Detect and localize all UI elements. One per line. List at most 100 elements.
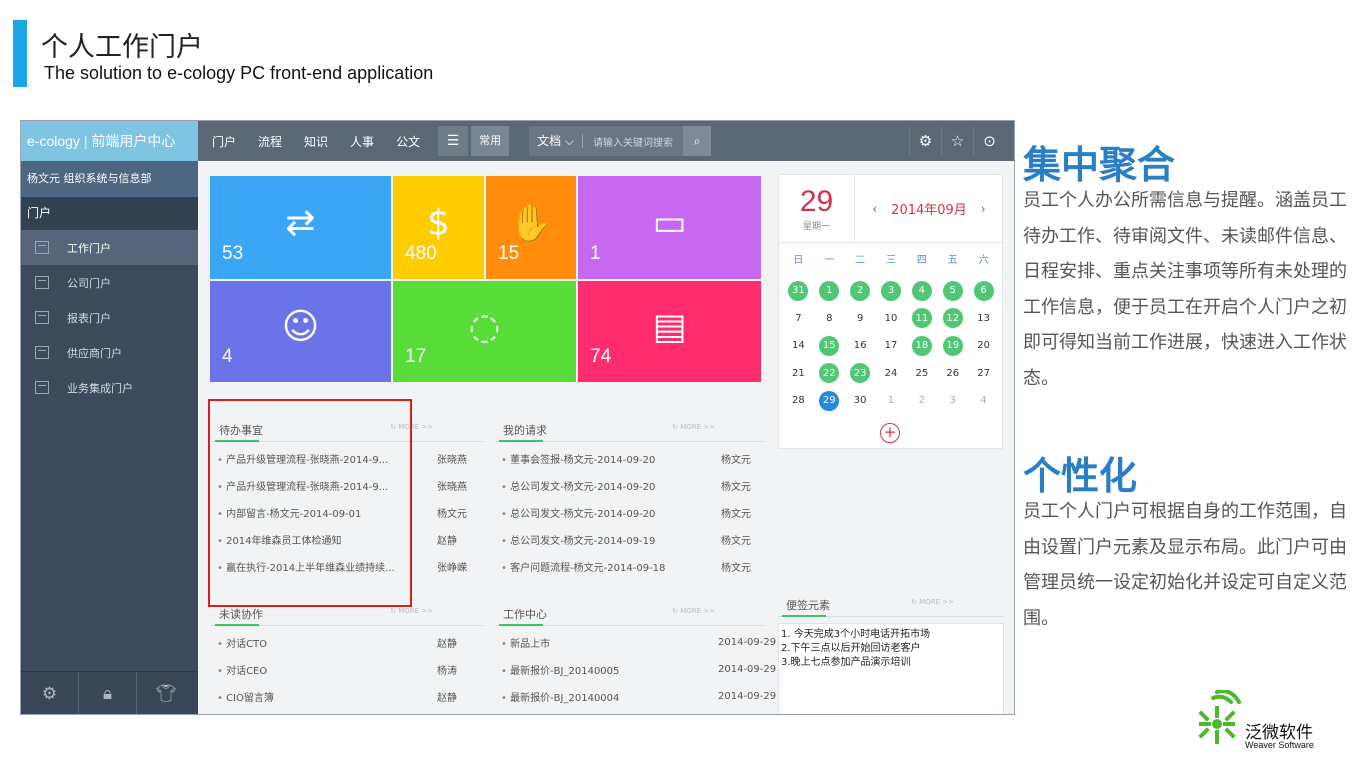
top-nav-item-3[interactable]: 人事 (350, 133, 374, 150)
search-icon[interactable]: ⌕ (683, 126, 712, 156)
calendar-day[interactable]: 23 (845, 363, 876, 384)
tile-count: 1 (590, 243, 601, 264)
calendar-day[interactable]: 4 (968, 391, 999, 411)
top-nav-item-0[interactable]: 门户 (212, 133, 236, 150)
calendar-day[interactable]: 10 (876, 308, 907, 328)
calendar-day[interactable]: 17 (876, 336, 907, 356)
calendar-day[interactable]: 2 (845, 280, 876, 301)
calendar-day[interactable]: 24 (876, 363, 907, 383)
list-item[interactable]: 最新报价-BJ_20140005 2014-09-29 (495, 656, 776, 683)
calendar-day[interactable]: 8 (814, 308, 845, 328)
brand-title[interactable]: e-cology | 前端用户中心 (21, 121, 198, 161)
calendar-day[interactable]: 31 (783, 280, 814, 301)
list-item[interactable]: CIO留言簿 赵静 (211, 683, 483, 710)
calendar-day[interactable]: 22 (814, 363, 845, 384)
calendar-day[interactable]: 1 (876, 391, 907, 411)
current-user[interactable]: 杨文元 组织系统与信息部 (21, 161, 198, 197)
calendar-day[interactable]: 13 (968, 308, 999, 328)
nav-section-portal[interactable]: 门户 (21, 197, 198, 230)
list-item[interactable]: 客户问题流程-杨文元-2014-09-18 杨文元 (495, 553, 765, 580)
calendar-day[interactable]: 28 (783, 391, 814, 411)
list-item[interactable]: 对话CEO 杨涛 (211, 656, 483, 683)
calendar-day[interactable]: 15 (814, 335, 845, 356)
calendar-day[interactable]: 25 (906, 363, 937, 383)
shirt-icon[interactable]: 👕︎ (137, 672, 195, 715)
calendar-day[interactable]: 18 (906, 335, 937, 356)
weekday-label: 一 (824, 255, 835, 266)
notes-more-link[interactable]: ↻ MORE >> (911, 598, 954, 606)
calendar-day[interactable]: 29 (814, 390, 845, 411)
sidebar-item-label: 供应商门户 (67, 346, 122, 360)
weaver-logo: 泛微软件 Weaver Software (1193, 688, 1353, 758)
work-more-link[interactable]: ↻ MORE >> (672, 607, 715, 615)
list-item[interactable]: 最新报价-BJ_20140004 2014-09-29 (495, 683, 776, 710)
top-nav-item-4[interactable]: 公文 (396, 133, 420, 150)
tile-weibo[interactable]: ◌ 17 (393, 281, 576, 382)
calendar-day[interactable]: 3 (876, 280, 907, 301)
top-nav-item-2[interactable]: 知识 (304, 133, 328, 150)
weibo-icon: ◌ (468, 306, 501, 348)
common-button[interactable]: 常用 (471, 126, 510, 156)
prev-month-icon[interactable]: ‹ (872, 202, 877, 216)
unread-more-link[interactable]: ↻ MORE >> (390, 607, 433, 615)
calendar-day[interactable]: 26 (937, 363, 968, 383)
weekday-label: 二 (855, 255, 866, 266)
add-event-button[interactable]: + (880, 423, 900, 443)
lock-icon[interactable]: 🔒︎ (79, 671, 137, 714)
tile-document[interactable]: ▤ 74 (578, 281, 761, 382)
tile-coin[interactable]: $480 (393, 176, 484, 279)
list-item[interactable]: 新品上市 2014-09-29 (495, 629, 776, 656)
list-item[interactable]: 总公司发文-杨文元-2014-09-20 杨文元 (495, 472, 765, 499)
calendar-day[interactable]: 4 (906, 280, 937, 301)
calendar-day[interactable]: 14 (783, 336, 814, 356)
list-item[interactable]: 对话CTO 赵静 (211, 629, 483, 656)
highlight-box (208, 399, 412, 607)
settings-icon[interactable]: ⚙ (909, 126, 941, 156)
sidebar-item-0[interactable]: 工作门户 (21, 230, 198, 265)
next-month-icon[interactable]: › (981, 202, 986, 216)
list-item[interactable]: 总公司发文-杨文元-2014-09-20 杨文元 (495, 499, 765, 526)
calendar-day[interactable]: 2 (906, 391, 937, 411)
calendar-day[interactable]: 11 (906, 308, 937, 329)
folder-icon: ▭ (652, 202, 687, 244)
sidebar-item-2[interactable]: 报表门户 (21, 300, 198, 335)
weekday-label: 六 (978, 255, 989, 266)
search-scope-select[interactable]: 文档 ⌵ (529, 134, 584, 148)
calendar-day[interactable]: 20 (968, 336, 999, 356)
calendar-day[interactable]: 27 (968, 363, 999, 383)
sidebar-item-4[interactable]: 业务集成门户 (21, 370, 198, 405)
calendar-day[interactable]: 6 (968, 280, 999, 301)
sidebar-item-3[interactable]: 供应商门户 (21, 335, 198, 370)
sidebar-item-1[interactable]: 公司门户 (21, 265, 198, 300)
tile-sync[interactable]: ⇄ 53 (210, 176, 391, 279)
calendar-day[interactable]: 16 (845, 336, 876, 356)
top-nav-item-1[interactable]: 流程 (258, 133, 282, 150)
list-item[interactable]: 总公司发文-杨文元-2014-09-19 杨文元 (495, 526, 765, 553)
list-item-meta: 张峥嵘 (437, 563, 467, 574)
requests-more-link[interactable]: ↻ MORE >> (672, 423, 715, 431)
paragraph-personalization: 员工个人门户可根据自身的工作范围，自由设置门户元素及显示布局。此门户可由管理员统… (1023, 501, 1347, 629)
more-icon[interactable]: ⊙ (973, 126, 1005, 156)
calendar-day-number: 31 (788, 280, 809, 301)
calendar-day[interactable]: 5 (937, 280, 968, 301)
list-item[interactable]: 董事会签报-杨文元-2014-09-20 杨文元 (495, 445, 765, 472)
tile-user[interactable]: ☺ 4 (210, 281, 391, 382)
star-icon[interactable]: ☆ (941, 126, 973, 156)
calendar-day[interactable]: 1 (814, 280, 845, 301)
notes-body[interactable]: 1. 今天完成3个小时电话开拓市场 2.下午三点以后开始回访老客户 3.晚上七点参加… (778, 623, 1004, 714)
calendar-day[interactable]: 21 (783, 363, 814, 383)
tile-hand[interactable]: ✋ 15 (486, 176, 576, 279)
calendar-day[interactable]: 30 (845, 391, 876, 411)
calendar-day[interactable]: 12 (937, 308, 968, 329)
note-line: 3.晚上七点参加产品演示培训 (781, 657, 911, 668)
calendar-day[interactable]: 19 (937, 335, 968, 356)
calendar-day[interactable]: 3 (937, 391, 968, 411)
calendar-day[interactable]: 7 (783, 308, 814, 328)
unread-title: 未读协作 (219, 608, 263, 621)
calendar-day[interactable]: 9 (845, 308, 876, 328)
gear-icon[interactable]: ⚙ (21, 671, 79, 714)
heading-aggregation: 集中聚合 (1023, 143, 1176, 187)
search-input[interactable]: 请输入关键词搜索 (583, 134, 683, 149)
tile-folder[interactable]: ▭ 1 (578, 176, 761, 279)
menu-icon[interactable]: ☰ (438, 126, 469, 156)
